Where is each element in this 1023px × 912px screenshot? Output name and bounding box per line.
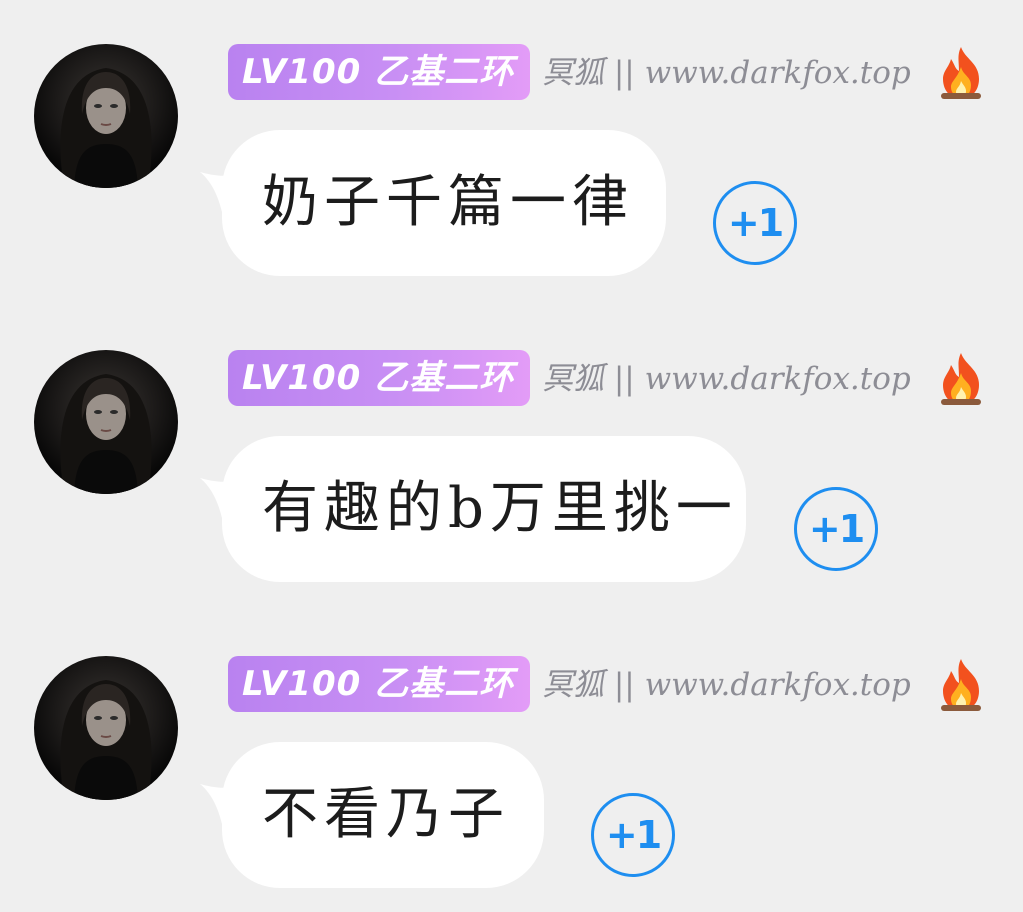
chat-message: LV100 乙基二环 冥狐 || www.darkfox.top 不看乃子 +1: [0, 612, 1023, 912]
avatar-portrait-icon: [60, 68, 152, 188]
plus-one-button[interactable]: +1: [713, 181, 797, 265]
avatar[interactable]: [34, 44, 178, 188]
level-badge: LV100 乙基二环: [228, 656, 530, 712]
avatar[interactable]: [34, 350, 178, 494]
level-badge: LV100 乙基二环: [228, 350, 530, 406]
avatar[interactable]: [34, 656, 178, 800]
fire-icon: [941, 659, 981, 711]
username[interactable]: 冥狐 || www.darkfox.top: [542, 48, 911, 98]
chat-message: LV100 乙基二环 冥狐 || www.darkfox.top 奶子千篇一律 …: [0, 0, 1023, 300]
level-badge: LV100 乙基二环: [228, 44, 530, 100]
username[interactable]: 冥狐 || www.darkfox.top: [542, 354, 911, 404]
plus-one-button[interactable]: +1: [794, 487, 878, 571]
avatar-portrait-icon: [60, 680, 152, 800]
username[interactable]: 冥狐 || www.darkfox.top: [542, 660, 911, 710]
message-bubble[interactable]: 有趣的b万里挑一: [222, 436, 746, 582]
fire-icon: [941, 353, 981, 405]
plus-one-button[interactable]: +1: [591, 793, 675, 877]
message-bubble[interactable]: 奶子千篇一律: [222, 130, 666, 276]
chat-message: LV100 乙基二环 冥狐 || www.darkfox.top 有趣的b万里挑…: [0, 306, 1023, 606]
fire-icon: [941, 47, 981, 99]
avatar-portrait-icon: [60, 374, 152, 494]
message-bubble[interactable]: 不看乃子: [222, 742, 544, 888]
